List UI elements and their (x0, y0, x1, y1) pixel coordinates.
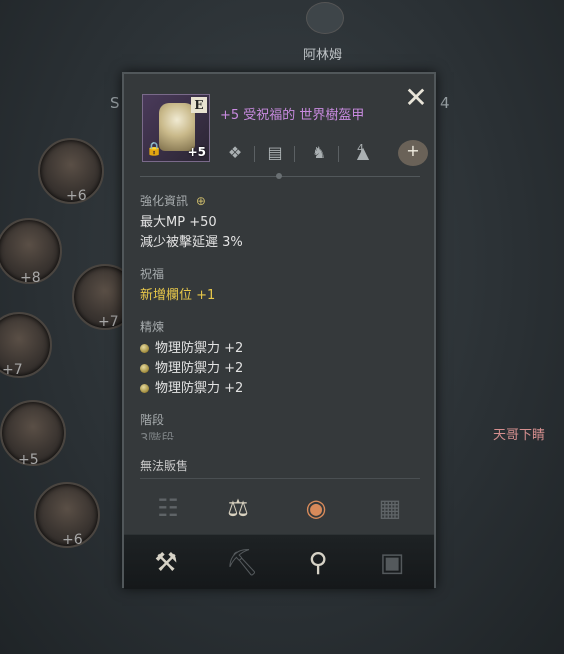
refine-line-text: 物理防禦力 +2 (155, 381, 244, 396)
item-icon-frame: E 🔒 +5 (142, 94, 210, 162)
tooltip-header: E 🔒 +5 +5 受祝福的 世界樹盔甲 ✕ ❖ ▤ ♞ ▲ + 4 (124, 74, 434, 182)
chest-icon: ▤ (267, 143, 283, 162)
book-icon[interactable]: ☷ (152, 492, 184, 524)
action-divider (140, 478, 420, 479)
enhance-title-text: 強化資訊 (140, 194, 189, 208)
item-enhance-level: +5 (187, 145, 206, 159)
orb-icon (140, 364, 149, 373)
item-title: +5 受祝福的 世界樹盔甲 (220, 108, 365, 123)
armor-icon (159, 103, 195, 151)
refine-line-text: 物理防禦力 +2 (155, 341, 244, 356)
stage-title: 階段 (140, 413, 165, 427)
trait-separator (254, 146, 255, 162)
action-row: ☷ ⚖ ◉ ▦ (124, 486, 434, 530)
refine-line-text: 物理防禦力 +2 (155, 361, 244, 376)
grade-badge: E (191, 97, 207, 113)
enhance-line: 減少被擊延遲 3% (140, 235, 243, 250)
blessing-section: 祝福 新增欄位 +1 (140, 265, 420, 306)
refine-line: 物理防禦力 +2 (140, 359, 420, 379)
enhance-section: 強化資訊 ⊕ 最大MP +50 減少被擊延遲 3% (140, 192, 420, 253)
refine-line: 物理防禦力 +2 (140, 379, 420, 399)
orb-icon (140, 344, 149, 353)
zoom-icon[interactable]: ⊕ (196, 194, 206, 208)
refine-title: 精煉 (140, 320, 165, 334)
add-item-icon[interactable]: + (398, 140, 428, 166)
left-marker: S (110, 94, 120, 112)
refine-section: 精煉 物理防禦力 +2 物理防禦力 +2 物理防禦力 +2 (140, 318, 420, 399)
lock-icon: 🔒 (146, 142, 163, 157)
trait-icons-row: ❖ ▤ ♞ ▲ + (220, 140, 428, 168)
trait-separator (294, 146, 295, 162)
unsellable-label: 無法販售 (140, 459, 189, 473)
blessing-title: 祝福 (140, 267, 165, 281)
equip-slot-level: +6 (62, 532, 83, 548)
hammer-icon[interactable]: ⛏ (224, 545, 260, 581)
trait-separator (338, 146, 339, 162)
stage-value: 3階段 (140, 432, 175, 440)
blessing-line: 新增欄位 +1 (140, 288, 216, 303)
orb-icon (140, 384, 149, 393)
enhance-title: 強化資訊 ⊕ (140, 192, 420, 209)
shirt-icon: ❖ (227, 143, 243, 162)
magnify-icon[interactable]: ⚲ (300, 545, 336, 581)
close-button[interactable]: ✕ (402, 84, 430, 112)
player-name: 天哥下睛 (493, 428, 546, 443)
right-marker: 4 (440, 94, 450, 112)
equip-slot-level: +7 (98, 314, 119, 330)
divider-dot (276, 173, 282, 179)
equip-slot-level: +7 (2, 362, 23, 378)
equip-slot-level: +8 (20, 270, 41, 286)
map-pin-icon[interactable]: ◉ (300, 492, 332, 524)
stage-section: 階段 3階段 (140, 411, 420, 440)
scales-icon[interactable]: ⚖ (222, 492, 254, 524)
location-name: 阿林姆 (303, 48, 343, 63)
gift-icon[interactable]: ▦ (374, 492, 406, 524)
anvil-icon[interactable]: ⚒ (148, 545, 184, 581)
trait-number: 4 (357, 142, 364, 155)
enhance-line: 最大MP +50 (140, 215, 217, 230)
bag-icon: ♞ (311, 143, 327, 162)
trash-icon[interactable]: ▣ (374, 545, 410, 581)
location-icon (306, 2, 344, 34)
item-tooltip-panel: E 🔒 +5 +5 受祝福的 世界樹盔甲 ✕ ❖ ▤ ♞ ▲ + 4 強化資訊 … (122, 72, 436, 589)
equip-slot-level: +5 (18, 452, 39, 468)
bottom-action-bar: ⚒ ⛏ ⚲ ▣ (124, 534, 434, 589)
equip-slot-level: +6 (66, 188, 87, 204)
refine-line: 物理防禦力 +2 (140, 339, 420, 359)
tooltip-content[interactable]: 強化資訊 ⊕ 最大MP +50 減少被擊延遲 3% 祝福 新增欄位 +1 精煉 … (140, 192, 420, 446)
